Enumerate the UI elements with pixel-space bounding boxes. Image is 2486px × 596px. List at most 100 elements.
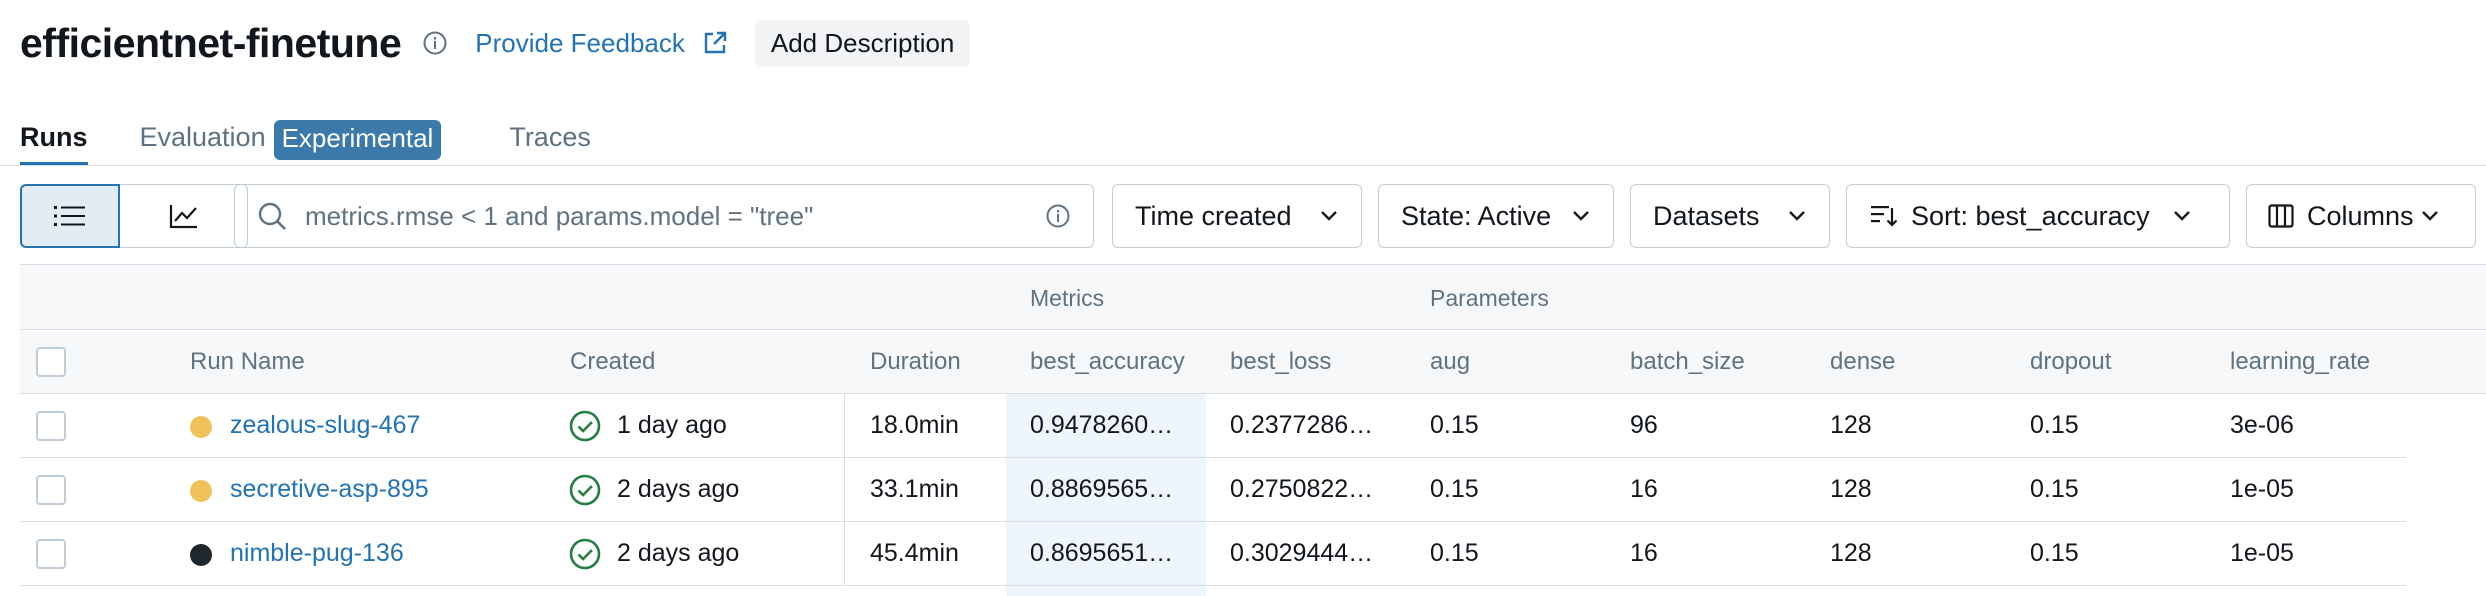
tab-runs-label: Runs	[20, 122, 88, 152]
run-color-dot[interactable]	[190, 416, 212, 438]
best-accuracy-cell: 0.8869565…	[1030, 475, 1174, 503]
duration-cell: 18.0min	[870, 411, 959, 439]
provide-feedback-link[interactable]: Provide Feedback	[475, 28, 729, 59]
run-name-link[interactable]: nimble-pug-136	[230, 539, 404, 568]
row-checkbox[interactable]	[36, 539, 66, 569]
success-icon	[568, 409, 602, 448]
info-icon[interactable]	[1045, 203, 1071, 229]
table-row[interactable]: secretive-asp-895 2 days ago 33.1min 0.8…	[20, 458, 2406, 522]
sort-dropdown[interactable]: Sort: best_accuracy	[1846, 184, 2230, 248]
tab-bar: Runs Evaluation Experimental Traces	[20, 116, 591, 166]
batch-size-cell: 16	[1630, 475, 1658, 503]
run-color-dot[interactable]	[190, 544, 212, 566]
column-divider	[844, 394, 845, 458]
provide-feedback-label: Provide Feedback	[475, 27, 685, 58]
page-title: efficientnet-finetune	[20, 19, 402, 66]
table-view-button[interactable]	[20, 184, 120, 248]
dropout-cell: 0.15	[2030, 539, 2079, 567]
info-icon[interactable]	[421, 29, 449, 57]
chart-view-button[interactable]	[120, 184, 248, 248]
best-loss-cell: 0.2750822…	[1230, 475, 1374, 503]
learning-rate-cell: 3e-06	[2230, 411, 2294, 439]
column-header-dropout[interactable]: dropout	[2030, 348, 2111, 376]
success-icon	[568, 537, 602, 576]
duration-cell: 33.1min	[870, 475, 959, 503]
aug-cell: 0.15	[1430, 539, 1479, 567]
chevron-down-icon	[2172, 209, 2192, 223]
column-header-learning-rate[interactable]: learning_rate	[2230, 348, 2370, 376]
sort-label: Sort: best_accuracy	[1911, 200, 2150, 231]
tab-traces[interactable]: Traces	[509, 116, 591, 166]
chevron-down-icon	[1319, 209, 1339, 223]
search-placeholder: metrics.rmse < 1 and params.model = "tre…	[305, 200, 814, 231]
datasets-label: Datasets	[1653, 200, 1760, 231]
dense-cell: 128	[1830, 411, 1872, 439]
aug-cell: 0.15	[1430, 411, 1479, 439]
best-loss-cell: 0.3029444…	[1230, 539, 1374, 567]
row-checkbox[interactable]	[36, 475, 66, 505]
run-name-link[interactable]: zealous-slug-467	[230, 411, 420, 440]
learning-rate-cell: 1e-05	[2230, 539, 2294, 567]
duration-cell: 45.4min	[870, 539, 959, 567]
state-filter-label: State: Active	[1401, 200, 1552, 231]
column-header-dense[interactable]: dense	[1830, 348, 1895, 376]
chevron-down-icon	[2420, 209, 2440, 223]
add-description-button[interactable]: Add Description	[754, 19, 971, 67]
run-color-dot[interactable]	[190, 480, 212, 502]
parameters-group-label: Parameters	[1430, 285, 1549, 311]
created-cell: 2 days ago	[617, 475, 740, 503]
row-checkbox[interactable]	[36, 411, 66, 441]
datasets-dropdown[interactable]: Datasets	[1630, 184, 1830, 248]
metrics-group-label: Metrics	[1030, 285, 1105, 311]
chevron-down-icon	[1571, 209, 1591, 223]
column-divider	[844, 522, 845, 586]
view-toggle	[20, 184, 248, 248]
select-all-checkbox[interactable]	[36, 347, 66, 377]
dense-cell: 128	[1830, 475, 1872, 503]
tab-evaluation-label: Evaluation	[139, 122, 266, 152]
line-chart-icon	[169, 205, 197, 229]
columns-dropdown[interactable]: Columns	[2246, 184, 2476, 248]
dense-cell: 128	[1830, 539, 1872, 567]
tabs-divider	[0, 165, 2486, 166]
time-created-dropdown[interactable]: Time created	[1112, 184, 1362, 248]
best-loss-cell: 0.2377286…	[1230, 411, 1374, 439]
columns-label: Columns	[2307, 200, 2414, 231]
table-row[interactable]: nimble-pug-136 2 days ago 45.4min 0.8695…	[20, 522, 2406, 586]
created-cell: 1 day ago	[617, 411, 727, 439]
column-header-run-name[interactable]: Run Name	[190, 348, 305, 376]
created-cell: 2 days ago	[617, 539, 740, 567]
success-icon	[568, 473, 602, 512]
experimental-badge: Experimental	[273, 120, 442, 160]
tab-evaluation[interactable]: Evaluation Experimental	[140, 116, 442, 166]
dropout-cell: 0.15	[2030, 475, 2079, 503]
chevron-down-icon	[1787, 209, 1807, 223]
page-header: efficientnet-finetune Provide Feedback A…	[20, 14, 971, 72]
column-header-best-accuracy[interactable]: best_accuracy	[1030, 348, 1185, 376]
columns-icon	[2268, 204, 2294, 228]
batch-size-cell: 96	[1630, 411, 1658, 439]
column-header-row: Run Name Created Duration best_accuracy …	[20, 330, 2486, 394]
experiment-page: efficientnet-finetune Provide Feedback A…	[0, 0, 2486, 596]
aug-cell: 0.15	[1430, 475, 1479, 503]
search-icon	[258, 202, 286, 230]
external-link-icon	[704, 31, 727, 54]
sort-icon	[1871, 206, 1898, 227]
column-header-batch-size[interactable]: batch_size	[1630, 348, 1745, 376]
column-header-best-loss[interactable]: best_loss	[1230, 348, 1331, 376]
column-header-created[interactable]: Created	[570, 348, 655, 376]
list-icon	[54, 206, 85, 226]
tab-runs[interactable]: Runs	[20, 116, 88, 166]
search-input[interactable]: metrics.rmse < 1 and params.model = "tre…	[234, 184, 1094, 248]
table-row[interactable]: zealous-slug-467 1 day ago 18.0min 0.947…	[20, 394, 2406, 458]
column-header-duration[interactable]: Duration	[870, 348, 961, 376]
best-accuracy-cell: 0.8695651…	[1030, 539, 1174, 567]
column-divider	[844, 458, 845, 522]
tab-traces-label: Traces	[509, 122, 591, 152]
time-created-label: Time created	[1135, 200, 1292, 231]
learning-rate-cell: 1e-05	[2230, 475, 2294, 503]
best-accuracy-cell: 0.9478260…	[1030, 411, 1174, 439]
column-header-aug[interactable]: aug	[1430, 348, 1470, 376]
state-filter-dropdown[interactable]: State: Active	[1378, 184, 1614, 248]
run-name-link[interactable]: secretive-asp-895	[230, 475, 429, 504]
